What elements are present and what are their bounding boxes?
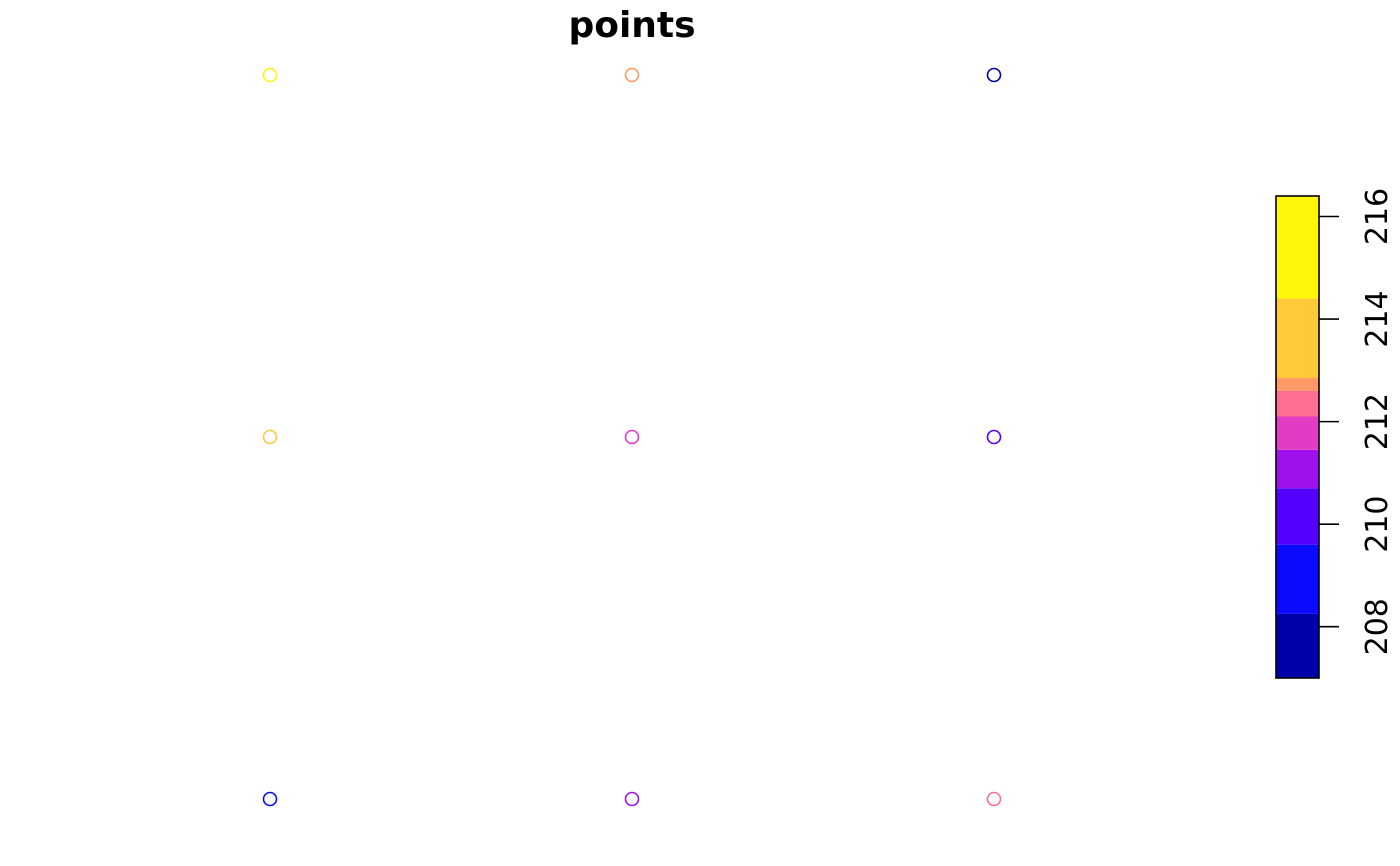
data-point [262,67,278,83]
colorbar-bin [1276,390,1319,417]
colorbar-bin [1276,613,1319,678]
chart-title: points [568,5,695,46]
data-point [262,791,278,807]
colorbar-bin [1276,378,1319,391]
colorbar-tick-label: 210 [1360,496,1395,553]
colorbar-bin [1276,449,1319,489]
data-point [986,429,1002,445]
colorbar-legend: 208 210 212 214 216 [1275,188,1395,679]
data-point [986,791,1002,807]
colorbar-bin [1276,416,1319,450]
data-point [986,67,1002,83]
colorbar-bin [1276,196,1319,299]
data-point [624,791,640,807]
colorbar-tick-label: 208 [1360,598,1395,655]
colorbar-bin [1276,488,1319,545]
chart: points 208 210 212 214 216 [0,0,1400,866]
data-point [624,429,640,445]
colorbar-bin [1276,544,1319,614]
colorbar-tick-label: 214 [1360,290,1395,347]
scatter-plot: points 208 210 212 214 216 [262,5,1395,807]
points-layer [262,67,1002,807]
colorbar-tick-label: 212 [1360,393,1395,450]
colorbar-bin [1276,298,1319,379]
colorbar-tick-label: 216 [1360,188,1395,245]
data-point [624,67,640,83]
data-point [262,429,278,445]
